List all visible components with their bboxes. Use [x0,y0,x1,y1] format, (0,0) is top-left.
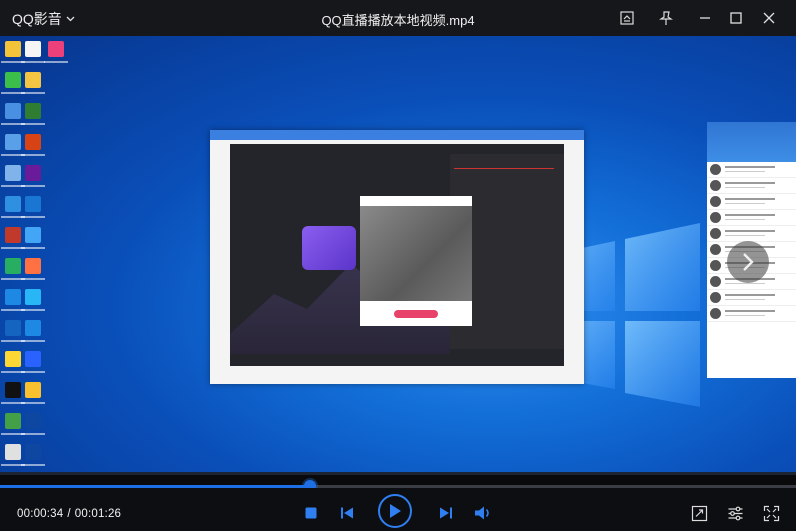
chevron-right-icon [743,253,754,271]
chevron-down-icon [66,16,75,22]
list-item [707,178,796,194]
recorded-live-room [230,144,564,366]
desktop-icon[interactable] [1,258,25,280]
screenshot-button[interactable] [617,8,637,28]
list-item [707,210,796,226]
desktop-icon[interactable] [21,165,45,187]
desktop-icon[interactable] [21,444,45,466]
app-menu-button[interactable]: QQ影音 [12,9,75,29]
minimize-button[interactable] [695,8,715,28]
maximize-button[interactable] [726,8,746,28]
desktop-icon[interactable] [1,72,25,94]
time-display: 00:00:34/00:01:26 [17,508,121,520]
volume-button[interactable] [473,504,493,522]
desktop-icon[interactable] [1,103,25,125]
skip-previous-icon [341,507,353,519]
play-icon [390,504,401,518]
total-time: 00:01:26 [74,508,122,520]
desktop-icons-column [1,41,25,475]
previous-button[interactable] [338,505,356,521]
desktop-icon[interactable] [21,289,45,311]
desktop-icon[interactable] [1,227,25,249]
maximize-icon [730,12,742,24]
stop-icon [305,507,317,519]
list-item [707,162,796,178]
recorded-chat-header [707,122,796,162]
desktop-icon[interactable] [21,41,45,63]
list-item [707,290,796,306]
desktop-icons-column [44,41,68,72]
current-time: 00:00:34 [17,508,64,520]
close-button[interactable] [759,8,779,28]
video-frame[interactable] [0,36,796,475]
fullscreen-icon [763,505,779,521]
capture-button[interactable] [689,503,709,523]
time-separator: / [67,508,71,520]
close-icon [763,12,775,24]
desktop-icon[interactable] [21,382,45,404]
recorded-qq-window [210,130,584,384]
recorded-dialog [360,196,472,326]
fullscreen-button[interactable] [761,503,781,523]
desktop-icon[interactable] [21,196,45,218]
stop-button[interactable] [303,505,319,521]
desktop-icons-column [21,41,45,475]
skip-next-icon [440,507,452,519]
desktop-icon[interactable] [1,351,25,373]
recorded-window-titlebar [210,130,584,140]
list-item [707,226,796,242]
desktop-icon[interactable] [21,413,45,435]
desktop-icon[interactable] [21,134,45,156]
desktop-icon[interactable] [44,41,68,63]
desktop-icon[interactable] [21,258,45,280]
desktop-icon[interactable] [1,289,25,311]
pin-icon [659,11,673,25]
desktop-icon[interactable] [1,382,25,404]
screenshot-icon [620,11,634,25]
list-item [707,194,796,210]
recorded-camera-preview [360,206,472,301]
recorded-illustration [302,226,356,270]
next-button[interactable] [437,505,455,521]
list-item [707,306,796,322]
recorded-red-text [454,168,554,189]
minimize-icon [700,17,710,19]
recorded-pink-button [394,310,438,318]
desktop-icon[interactable] [21,227,45,249]
desktop-icon[interactable] [21,351,45,373]
file-title: QQ直播播放本地视频.mp4 [321,13,475,28]
desktop-icon[interactable] [1,134,25,156]
volume-icon [475,506,489,520]
play-button[interactable] [378,494,412,528]
desktop-icon[interactable] [1,320,25,342]
desktop-icon[interactable] [1,41,25,63]
desktop-icon[interactable] [21,320,45,342]
recorded-taskbar [0,472,796,475]
settings-button[interactable] [725,503,745,523]
pin-button[interactable] [656,8,676,28]
next-file-button[interactable] [727,241,769,283]
desktop-icon[interactable] [1,413,25,435]
desktop-icon[interactable] [21,72,45,94]
desktop-icon[interactable] [21,103,45,125]
capture-icon [691,505,707,521]
desktop-icon[interactable] [1,196,25,218]
app-name: QQ影音 [12,11,62,27]
desktop-icon[interactable] [1,165,25,187]
desktop-icon[interactable] [1,444,25,466]
settings-sliders-icon [728,506,742,520]
title-bar: QQ影音 QQ直播播放本地视频.mp4 [0,0,796,36]
